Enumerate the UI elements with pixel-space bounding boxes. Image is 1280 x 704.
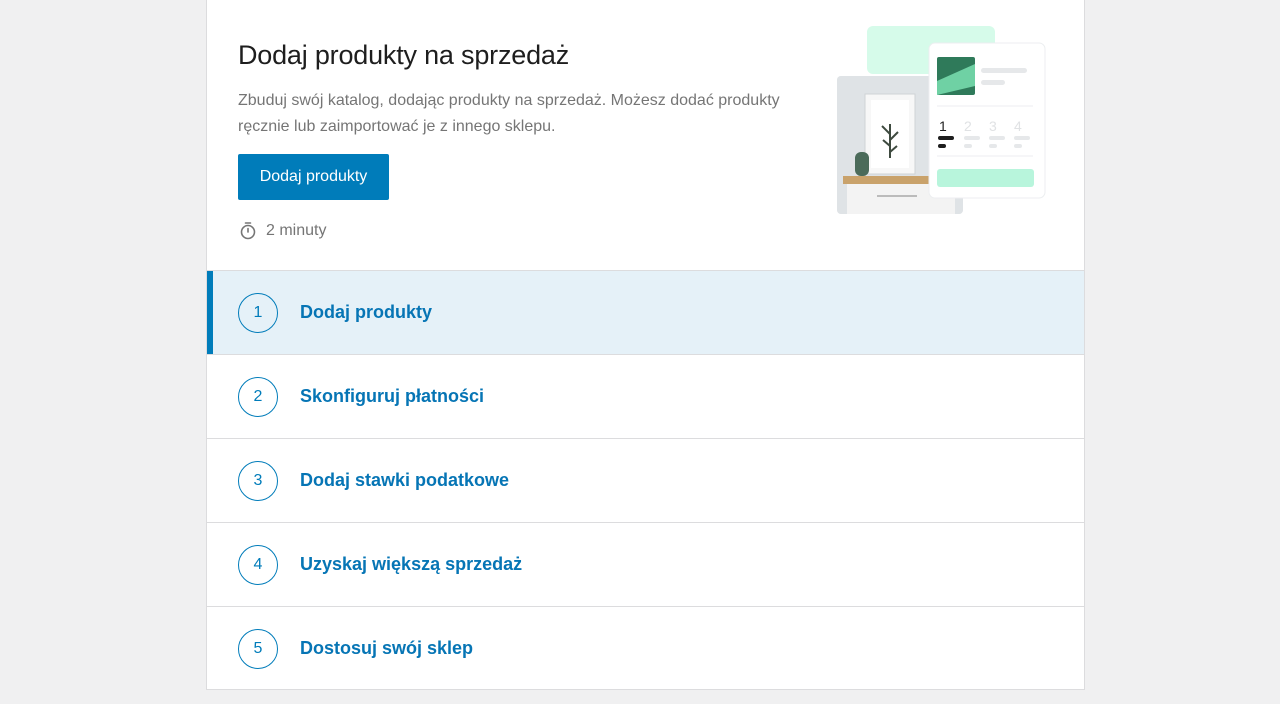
step-number: 5 — [238, 628, 278, 669]
step-add-products[interactable]: 1 Dodaj produkty — [207, 271, 1084, 355]
hero-description: Zbuduj swój katalog, dodając produkty na… — [238, 92, 780, 135]
step-add-tax-rates[interactable]: 3 Dodaj stawki podatkowe — [207, 439, 1084, 523]
step-label: Skonfiguruj płatności — [300, 386, 485, 406]
step-label: Dodaj produkty — [300, 302, 433, 322]
add-products-button[interactable]: Dodaj produkty — [238, 154, 389, 200]
step-number: 3 — [238, 460, 278, 501]
illustration-step-2: 2 — [964, 118, 972, 134]
step-configure-payments[interactable]: 2 Skonfiguruj płatności — [207, 355, 1084, 439]
task-steps-list: 1 Dodaj produkty 2 Skonfiguruj płatności… — [207, 271, 1084, 690]
step-get-more-sales[interactable]: 4 Uzyskaj większą sprzedaż — [207, 523, 1084, 607]
illustration-step-4: 4 — [1014, 118, 1022, 134]
task-hero: Dodaj produkty na sprzedaż Zbuduj swój k… — [207, 0, 1084, 271]
step-customize-store[interactable]: 5 Dostosuj swój sklep — [207, 607, 1084, 690]
setup-task-card: Dodaj produkty na sprzedaż Zbuduj swój k… — [206, 0, 1085, 690]
stopwatch-icon — [238, 221, 258, 241]
products-illustration: 1 2 3 4 — [837, 26, 1046, 214]
step-label: Uzyskaj większą sprzedaż — [300, 554, 523, 574]
illustration-step-1: 1 — [939, 118, 947, 134]
step-number: 1 — [238, 292, 278, 333]
time-estimate-label: 2 minuty — [266, 222, 327, 239]
step-label: Dostosuj swój sklep — [300, 638, 474, 658]
illustration-step-3: 3 — [989, 118, 997, 134]
step-label: Dodaj stawki podatkowe — [300, 470, 510, 490]
hero-title: Dodaj produkty na sprzedaż — [238, 40, 569, 70]
time-estimate: 2 minuty — [238, 221, 326, 241]
step-number: 2 — [238, 376, 278, 417]
step-number: 4 — [238, 544, 278, 585]
